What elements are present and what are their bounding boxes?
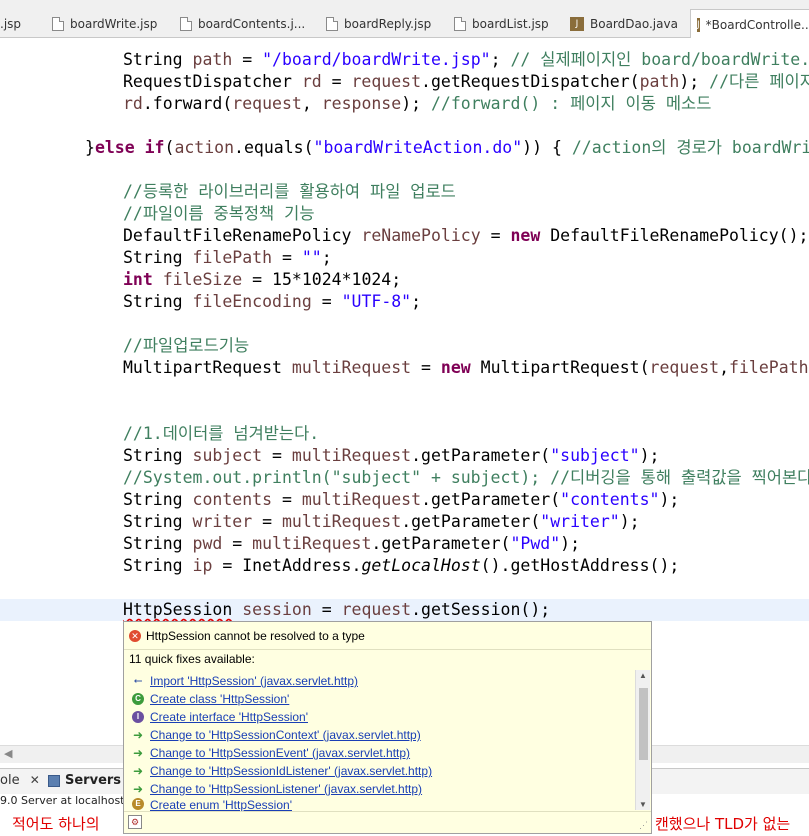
quick-fix-title: HttpSession cannot be resolved to a type xyxy=(146,628,365,643)
server-entry[interactable]: 9.0 Server at localhost xyxy=(0,794,125,807)
quick-fix-popup[interactable]: ✕ HttpSession cannot be resolved to a ty… xyxy=(123,621,652,834)
file-icon xyxy=(326,17,338,31)
code-line: RequestDispatcher rd = request.getReques… xyxy=(123,72,809,91)
quick-fix-item[interactable]: ➜ Change to 'HttpSessionListener' (javax… xyxy=(132,780,422,798)
code-line: //등록한 라이브러리를 활용하여 파일 업로드 xyxy=(123,182,456,201)
settings-icon[interactable]: ⚙ xyxy=(128,815,142,829)
code-line: int fileSize = 15*1024*1024; xyxy=(123,270,402,289)
java-icon: J xyxy=(697,17,700,32)
quick-fix-item[interactable]: ➜ Change to 'HttpSessionContext' (javax.… xyxy=(132,726,421,744)
scrollbar-thumb[interactable] xyxy=(639,688,648,760)
import-icon: ⭠ xyxy=(133,675,143,687)
code-line: DefaultFileRenamePolicy reNamePolicy = n… xyxy=(123,226,809,245)
code-line: //파일이름 중복정책 기능 xyxy=(123,204,315,223)
quick-fix-link[interactable]: Create interface 'HttpSession' xyxy=(150,710,308,724)
quick-fix-item[interactable]: I Create interface 'HttpSession' xyxy=(132,708,308,726)
quick-fix-link[interactable]: Import 'HttpSession' (javax.servlet.http… xyxy=(150,674,358,688)
tab-servers[interactable]: Servers xyxy=(48,773,121,788)
tab-boardlist-jsp[interactable]: boardList.jsp xyxy=(454,10,549,38)
file-icon xyxy=(52,17,64,31)
tab-jsp[interactable]: .jsp xyxy=(0,10,21,38)
console-text-right: 캔했으나 TLD가 없는 xyxy=(655,815,791,833)
quick-fix-footer: ⚙ ⋰ xyxy=(124,811,651,833)
code-line: //1.데이터를 넘겨받는다. xyxy=(123,424,320,443)
quick-fix-count: 11 quick fixes available: xyxy=(129,652,255,666)
change-arrow-icon: ➜ xyxy=(132,782,144,796)
tab-boarddao-java[interactable]: J BoardDao.java xyxy=(570,10,678,38)
editor-tab-bar: .jsp boardWrite.jsp boardContents.j... b… xyxy=(0,0,809,39)
current-code-line: HttpSession session = request.getSession… xyxy=(0,599,809,621)
quick-fix-item[interactable]: E Create enum 'HttpSession' xyxy=(132,798,292,811)
code-line: }else if(action.equals("boardWriteAction… xyxy=(85,138,809,157)
tab-boardwrite-jsp[interactable]: boardWrite.jsp xyxy=(52,10,157,38)
resize-grip-icon[interactable]: ⋰ xyxy=(639,820,648,831)
quick-fix-scrollbar[interactable]: ▲ ▼ xyxy=(635,670,650,810)
change-arrow-icon: ➜ xyxy=(132,764,144,778)
code-line: String contents = multiRequest.getParame… xyxy=(123,490,680,509)
tab-console[interactable]: ole ✕ xyxy=(0,773,40,788)
tab-label: .jsp xyxy=(0,17,22,31)
quick-fix-item[interactable]: ⭠ Import 'HttpSession' (javax.servlet.ht… xyxy=(132,672,358,690)
quick-fix-item[interactable]: ➜ Change to 'HttpSessionEvent' (javax.se… xyxy=(132,744,410,762)
code-line: String filePath = ""; xyxy=(123,248,332,267)
code-line: String ip = InetAddress.getLocalHost().g… xyxy=(123,556,680,575)
quick-fix-header: ✕ HttpSession cannot be resolved to a ty… xyxy=(124,622,651,650)
tab-label: boardList.jsp xyxy=(472,17,549,31)
code-line: String pwd = multiRequest.getParameter("… xyxy=(123,534,581,553)
tab-boardreply-jsp[interactable]: boardReply.jsp xyxy=(326,10,431,38)
change-arrow-icon: ➜ xyxy=(132,728,144,742)
code-line: //파일업로드기능 xyxy=(123,336,250,355)
code-line: String subject = multiRequest.getParamet… xyxy=(123,446,660,465)
tab-label: ole xyxy=(0,773,20,788)
code-line: rd.forward(request, response); //forward… xyxy=(123,94,712,113)
quick-fix-link[interactable]: Change to 'HttpSessionListener' (javax.s… xyxy=(150,782,422,796)
change-arrow-icon: ➜ xyxy=(132,746,144,760)
error-icon: ✕ xyxy=(129,629,141,642)
tab-label: *BoardControlle... xyxy=(705,17,809,32)
quick-fix-item[interactable]: C Create class 'HttpSession' xyxy=(132,690,289,708)
java-icon: J xyxy=(570,17,584,31)
code-line: String fileEncoding = "UTF-8"; xyxy=(123,292,422,311)
scroll-down-arrow-icon[interactable]: ▼ xyxy=(639,800,647,809)
quick-fix-link[interactable]: Change to 'HttpSessionContext' (javax.se… xyxy=(150,728,421,742)
quick-fix-item[interactable]: ➜ Change to 'HttpSessionIdListener' (jav… xyxy=(132,762,432,780)
error-token: HttpSession xyxy=(123,600,233,619)
tab-label: boardReply.jsp xyxy=(344,17,432,31)
quick-fix-link[interactable]: Change to 'HttpSessionEvent' (javax.serv… xyxy=(150,746,410,760)
tab-boardcontents-jsp[interactable]: boardContents.j... xyxy=(180,10,305,38)
tab-label: BoardDao.java xyxy=(590,17,678,31)
tab-label: boardContents.j... xyxy=(198,17,306,31)
scroll-up-arrow-icon[interactable]: ▲ xyxy=(639,671,647,680)
interface-icon: I xyxy=(132,711,144,723)
code-line: String writer = multiRequest.getParamete… xyxy=(123,512,640,531)
close-icon[interactable]: ✕ xyxy=(30,773,40,787)
scroll-left-arrow-icon[interactable]: ◀ xyxy=(4,747,12,760)
code-line: //System.out.println("subject" + subject… xyxy=(123,468,809,487)
servers-icon xyxy=(48,774,60,787)
quick-fix-link[interactable]: Change to 'HttpSessionIdListener' (javax… xyxy=(150,764,432,778)
tab-label: Servers xyxy=(65,773,122,788)
enum-icon: E xyxy=(132,798,144,810)
tab-boardcontroller-java[interactable]: J *BoardControlle... xyxy=(690,9,809,39)
code-line: String path = "/board/boardWrite.jsp"; /… xyxy=(123,50,809,69)
tab-label: boardWrite.jsp xyxy=(70,17,158,31)
quick-fix-link[interactable]: Create class 'HttpSession' xyxy=(150,692,289,706)
quick-fix-link[interactable]: Create enum 'HttpSession' xyxy=(150,798,292,811)
file-icon xyxy=(180,17,192,31)
code-line: MultipartRequest multiRequest = new Mult… xyxy=(123,358,809,377)
file-icon xyxy=(454,17,466,31)
class-icon: C xyxy=(132,693,144,705)
console-text-left: 적어도 하나의 xyxy=(12,815,100,833)
